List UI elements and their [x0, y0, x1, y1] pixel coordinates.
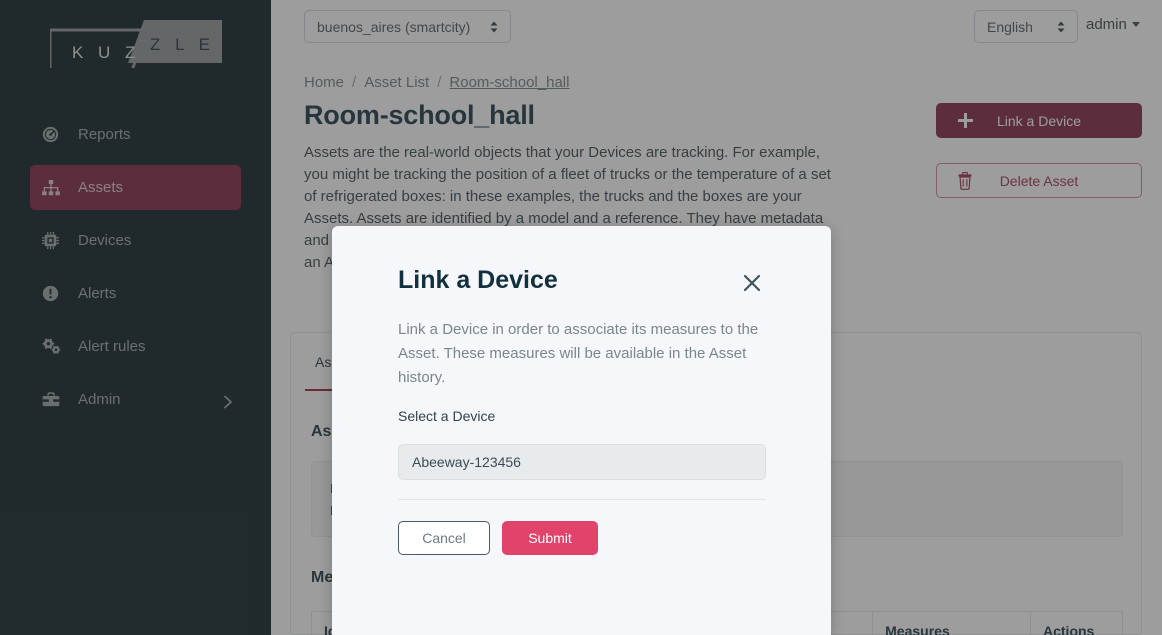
modal-divider — [398, 499, 766, 500]
submit-button[interactable]: Submit — [502, 521, 598, 555]
modal-description: Link a Device in order to associate its … — [398, 321, 759, 386]
device-select-input[interactable] — [398, 444, 766, 480]
close-icon[interactable] — [739, 270, 765, 296]
link-a-device-modal: Link a Device Link a Device in order to … — [332, 226, 831, 635]
select-a-device-label: Select a Device — [398, 408, 496, 424]
modal-title: Link a Device — [398, 266, 558, 294]
cancel-button[interactable]: Cancel — [398, 521, 490, 555]
